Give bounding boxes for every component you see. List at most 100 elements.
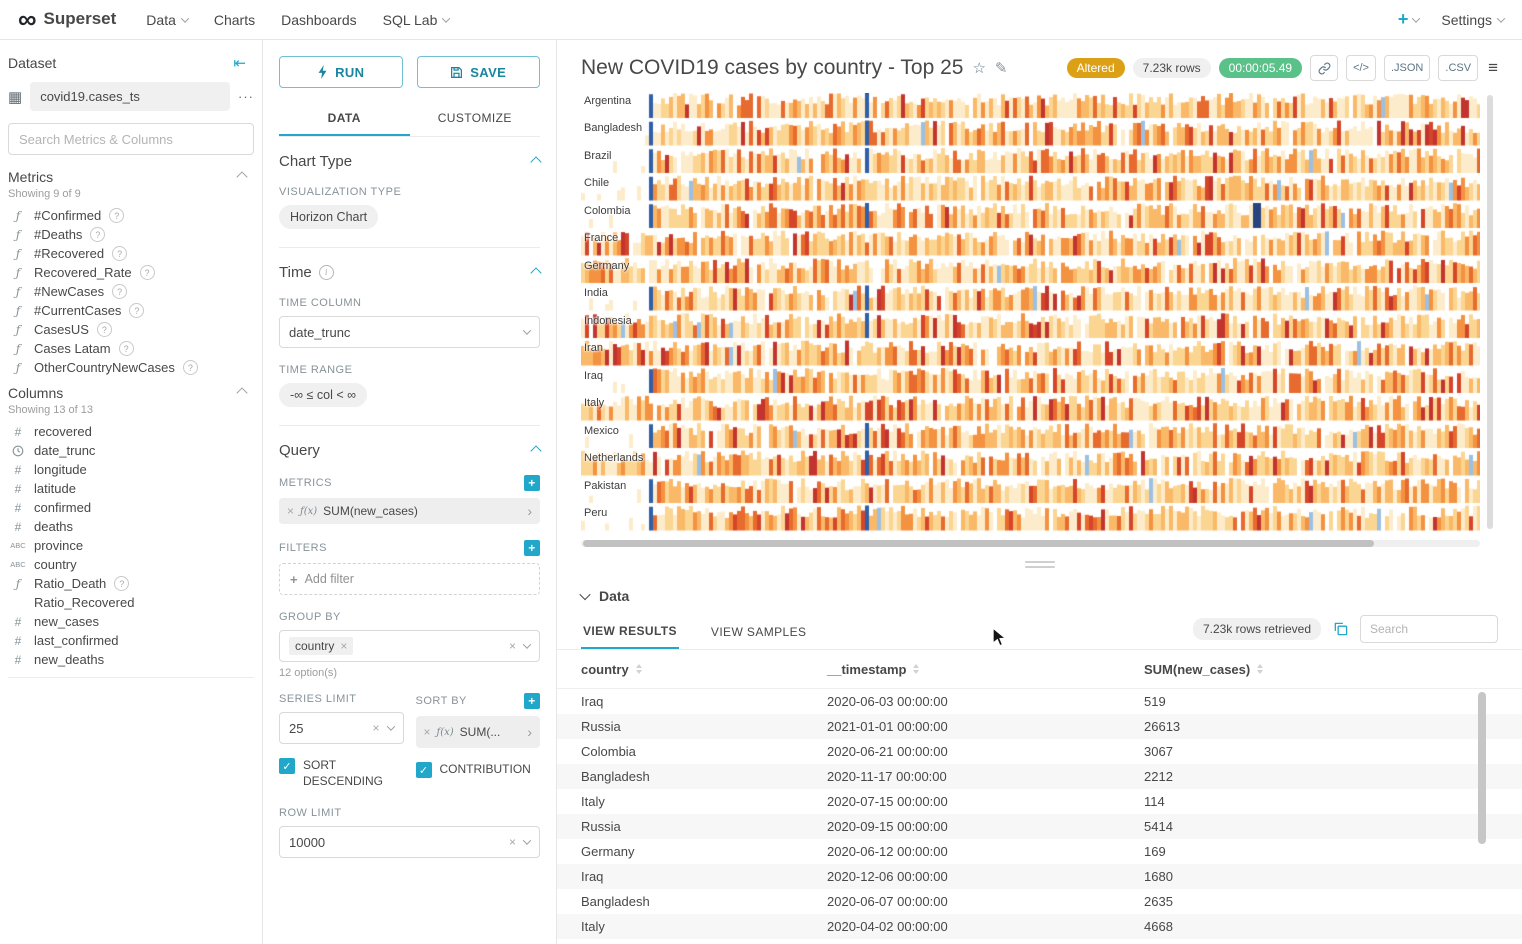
chart-menu-icon[interactable]: ≡ <box>1488 58 1498 78</box>
tab-data[interactable]: DATA <box>279 102 410 136</box>
metric-item[interactable]: ƒ#CurrentCases? <box>8 301 254 320</box>
save-button[interactable]: SAVE <box>417 56 541 88</box>
superset-brand[interactable]: ∞ Superset <box>18 9 116 30</box>
table-row[interactable]: Iraq2020-06-03 00:00:00519 <box>557 689 1522 714</box>
caret-right-icon[interactable]: › <box>527 725 532 739</box>
copy-icon[interactable] <box>1333 621 1348 636</box>
chevron-up-icon[interactable] <box>530 445 541 456</box>
metric-item[interactable]: ƒCases Latam? <box>8 339 254 358</box>
group-by-tag[interactable]: country × <box>289 637 353 655</box>
add-sort-button[interactable]: + <box>524 693 540 709</box>
column-item[interactable]: #new_deaths <box>8 650 254 669</box>
metric-item[interactable]: ƒRecovered_Rate? <box>8 263 254 282</box>
chart-horizontal-scrollbar[interactable] <box>581 540 1480 547</box>
metric-item[interactable]: ƒ#Confirmed? <box>8 206 254 225</box>
add-filter-button[interactable]: + Add filter <box>279 563 540 595</box>
series-limit-select[interactable]: 25 × <box>279 712 404 744</box>
column-item[interactable]: #longitude <box>8 460 254 479</box>
table-row[interactable]: Bangladesh2020-11-17 00:00:002212 <box>557 764 1522 789</box>
nav-item-data[interactable]: Data <box>146 12 188 28</box>
table-cell: 2020-09-15 00:00:00 <box>827 819 1144 834</box>
collapse-panel-icon[interactable]: ⇤ <box>233 54 246 72</box>
table-row[interactable]: Colombia2020-06-21 00:00:003067 <box>557 739 1522 764</box>
clear-icon[interactable]: × <box>509 836 516 848</box>
scrollbar-thumb[interactable] <box>1478 692 1486 844</box>
column-item[interactable]: #recovered <box>8 422 254 441</box>
time-column-select[interactable]: date_trunc <box>279 316 540 348</box>
chevron-down-icon <box>386 722 394 730</box>
nav-item-sqllab[interactable]: SQL Lab <box>383 12 450 28</box>
remove-tag-icon[interactable]: × <box>340 640 347 652</box>
column-item[interactable]: date_trunc <box>8 441 254 460</box>
sort-descending-checkbox[interactable]: ✓ SORT DESCENDING <box>279 758 404 789</box>
add-metric-button[interactable]: + <box>524 475 540 491</box>
clear-icon[interactable]: × <box>509 640 516 652</box>
metric-pill[interactable]: × ƒ(x) SUM(new_cases) › <box>279 498 540 524</box>
column-header-timestamp[interactable]: __timestamp <box>827 662 1144 677</box>
table-row[interactable]: Russia2021-01-01 00:00:0026613 <box>557 714 1522 739</box>
metric-item[interactable]: ƒ#NewCases? <box>8 282 254 301</box>
row-limit-select[interactable]: 10000 × <box>279 826 540 858</box>
panel-resize-handle[interactable] <box>1025 561 1055 568</box>
remove-metric-icon[interactable]: × <box>424 726 431 738</box>
viz-type-value[interactable]: Horizon Chart <box>279 205 378 229</box>
tab-customize[interactable]: CUSTOMIZE <box>410 102 541 136</box>
favorite-star-icon[interactable]: ☆ <box>972 59 985 77</box>
table-row[interactable]: Russia2020-09-15 00:00:005414 <box>557 814 1522 839</box>
edit-title-icon[interactable]: ✎ <box>995 59 1008 77</box>
metric-item[interactable]: ƒCasesUS? <box>8 320 254 339</box>
remove-metric-icon[interactable]: × <box>287 505 294 517</box>
column-item[interactable]: ABCprovince <box>8 536 254 555</box>
scrollbar-thumb[interactable] <box>583 540 1374 547</box>
dataset-name[interactable]: covid19.cases_ts <box>30 82 230 111</box>
embed-code-button[interactable]: </> <box>1346 55 1376 81</box>
run-button[interactable]: RUN <box>279 56 403 88</box>
table-row[interactable]: Italy2020-07-15 00:00:00114 <box>557 789 1522 814</box>
export-json-button[interactable]: .JSON <box>1384 55 1430 81</box>
chevron-down-icon[interactable] <box>579 589 590 600</box>
column-item[interactable]: #latitude <box>8 479 254 498</box>
tab-view-results[interactable]: VIEW RESULTS <box>581 614 679 649</box>
table-row[interactable]: Italy2020-04-02 00:00:004668 <box>557 914 1522 939</box>
table-row[interactable]: Germany2020-06-12 00:00:00169 <box>557 839 1522 864</box>
metric-item[interactable]: ƒ#Deaths? <box>8 225 254 244</box>
column-item[interactable]: #deaths <box>8 517 254 536</box>
group-by-select[interactable]: country × × <box>279 630 540 662</box>
time-range-value[interactable]: -∞ ≤ col < ∞ <box>279 383 367 407</box>
altered-badge[interactable]: Altered <box>1067 58 1125 78</box>
column-item[interactable]: ƒRatio_Death? <box>8 574 254 593</box>
results-vertical-scrollbar[interactable] <box>1478 690 1486 944</box>
export-csv-button[interactable]: .CSV <box>1438 55 1478 81</box>
chevron-up-icon[interactable] <box>530 267 541 278</box>
column-item[interactable]: #confirmed <box>8 498 254 517</box>
metric-item[interactable]: ƒ#Recovered? <box>8 244 254 263</box>
search-metrics-columns-input[interactable] <box>8 123 254 155</box>
caret-right-icon[interactable]: › <box>527 504 532 518</box>
chevron-up-icon[interactable] <box>236 171 247 182</box>
add-filter-plus-button[interactable]: + <box>524 540 540 556</box>
tab-view-samples[interactable]: VIEW SAMPLES <box>709 615 809 648</box>
new-item-button[interactable]: + <box>1398 9 1420 30</box>
column-item[interactable]: Ratio_Recovered <box>8 593 254 612</box>
column-header-sum-new-cases[interactable]: SUM(new_cases) <box>1144 662 1498 677</box>
chart-vertical-scrollbar[interactable] <box>1487 95 1493 529</box>
contribution-checkbox[interactable]: ✓ CONTRIBUTION <box>416 762 541 778</box>
column-item[interactable]: #last_confirmed <box>8 631 254 650</box>
metric-item[interactable]: ƒOtherCountryNewCases? <box>8 358 254 377</box>
table-row[interactable]: Iraq2020-12-06 00:00:001680 <box>557 864 1522 889</box>
settings-menu[interactable]: Settings <box>1441 12 1504 28</box>
clear-icon[interactable]: × <box>372 722 379 734</box>
dataset-options-icon[interactable]: ··· <box>238 89 254 104</box>
column-header-country[interactable]: country <box>581 662 827 677</box>
horizon-row-label: Germany <box>584 260 629 272</box>
chevron-up-icon[interactable] <box>530 156 541 167</box>
column-item[interactable]: ABCcountry <box>8 555 254 574</box>
column-item[interactable]: #new_cases <box>8 612 254 631</box>
sort-by-pill[interactable]: × ƒ(x) SUM(... › <box>416 716 541 748</box>
results-search-input[interactable] <box>1360 615 1498 643</box>
nav-item-dashboards[interactable]: Dashboards <box>281 12 357 28</box>
table-row[interactable]: Bangladesh2020-06-07 00:00:002635 <box>557 889 1522 914</box>
chevron-up-icon[interactable] <box>236 387 247 398</box>
share-link-button[interactable] <box>1310 55 1338 81</box>
nav-item-charts[interactable]: Charts <box>214 12 255 28</box>
